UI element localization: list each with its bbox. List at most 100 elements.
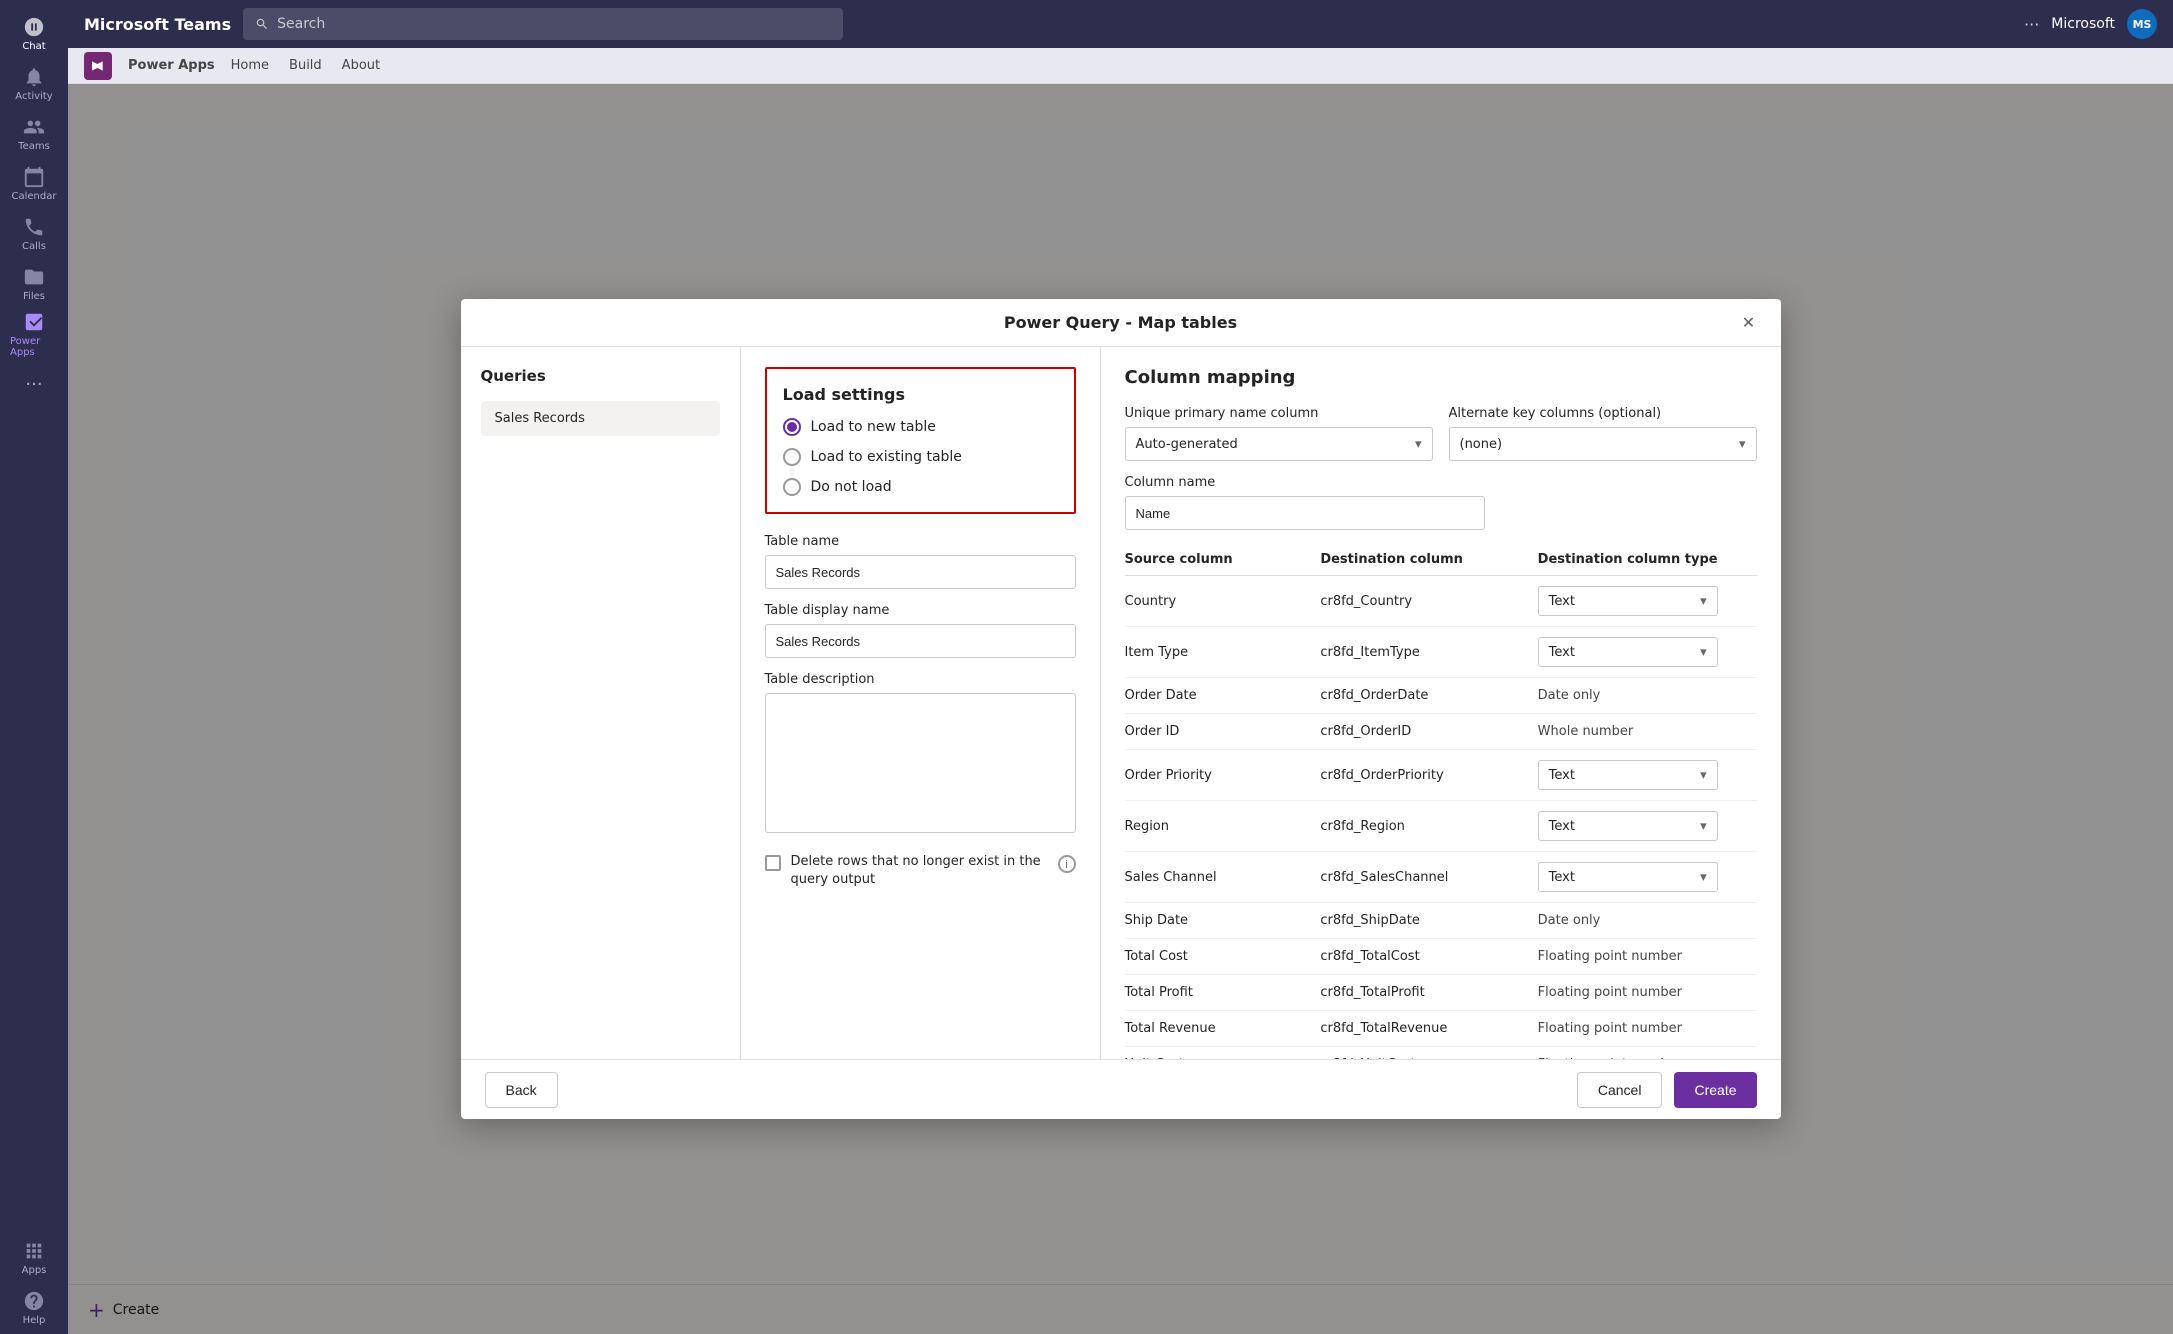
dest-type-header: Destination column type	[1538, 544, 1757, 576]
footer-right: Cancel Create	[1577, 1072, 1757, 1108]
footer-left: Back	[485, 1072, 558, 1108]
search-bar[interactable]: Search	[243, 8, 843, 40]
teams-topbar: Microsoft Teams Search ··· Microsoft MS	[68, 0, 2173, 48]
dest-col-cell: cr8fd_Region	[1320, 801, 1537, 852]
modal-footer: Back Cancel Create	[461, 1059, 1781, 1119]
source-col-cell: Total Revenue	[1125, 1011, 1321, 1047]
info-icon[interactable]: i	[1058, 855, 1076, 873]
teams-label: Teams	[18, 141, 50, 152]
back-button[interactable]: Back	[485, 1072, 558, 1108]
sidebar-item-calendar[interactable]: Calendar	[10, 160, 58, 208]
sidebar-item-powerapps[interactable]: Power Apps	[10, 310, 58, 358]
dest-type-cell[interactable]: Text▾	[1538, 852, 1757, 903]
table-description-label: Table description	[765, 672, 1076, 687]
table-display-name-label: Table display name	[765, 603, 1076, 618]
table-row: Regioncr8fd_RegionText▾	[1125, 801, 1757, 852]
sidebar-item-help[interactable]: Help	[10, 1284, 58, 1332]
table-row: Order IDcr8fd_OrderIDWhole number	[1125, 714, 1757, 750]
modal-title: Power Query - Map tables	[1004, 313, 1237, 332]
search-placeholder: Search	[277, 16, 325, 32]
chevron-down-icon-alt: ▾	[1739, 437, 1746, 452]
type-select-dropdown[interactable]: Text▾	[1538, 586, 1718, 616]
radio-existing-table[interactable]: Load to existing table	[783, 448, 1058, 466]
dest-type-cell: Floating point number	[1538, 939, 1757, 975]
queries-panel: Queries Sales Records	[461, 347, 741, 1059]
close-button[interactable]: ✕	[1733, 307, 1765, 339]
chevron-down-icon: ▾	[1415, 437, 1422, 452]
table-row: Total Costcr8fd_TotalCostFloating point …	[1125, 939, 1757, 975]
radio-new-table[interactable]: Load to new table	[783, 418, 1058, 436]
nav-build[interactable]: Build	[289, 58, 322, 73]
sidebar-item-apps[interactable]: Apps	[10, 1234, 58, 1282]
create-button[interactable]: Create	[1674, 1072, 1756, 1108]
column-name-input[interactable]	[1125, 496, 1485, 530]
dest-type-cell: Floating point number	[1538, 1047, 1757, 1060]
dest-col-cell: cr8fd_TotalRevenue	[1320, 1011, 1537, 1047]
load-settings-title: Load settings	[783, 385, 1058, 404]
alternate-key-field: Alternate key columns (optional) (none) …	[1449, 406, 1757, 461]
user-area: ··· Microsoft MS	[2024, 9, 2157, 39]
source-col-cell: Unit Cost	[1125, 1047, 1321, 1060]
table-row: Countrycr8fd_CountryText▾	[1125, 576, 1757, 627]
dest-col-cell: cr8fd_ItemType	[1320, 627, 1537, 678]
alternate-key-select[interactable]: (none) ▾	[1449, 427, 1757, 461]
table-row: Order Datecr8fd_OrderDateDate only	[1125, 678, 1757, 714]
dest-type-cell: Date only	[1538, 678, 1757, 714]
sidebar-dots[interactable]: ···	[10, 360, 58, 408]
type-select-dropdown[interactable]: Text▾	[1538, 862, 1718, 892]
more-options-icon[interactable]: ···	[2024, 15, 2039, 34]
table-row: Item Typecr8fd_ItemTypeText▾	[1125, 627, 1757, 678]
dest-col-cell: cr8fd_SalesChannel	[1320, 852, 1537, 903]
sidebar-item-files[interactable]: Files	[10, 260, 58, 308]
column-mapping-panel: Column mapping Unique primary name colum…	[1101, 347, 1781, 1059]
dest-col-cell: cr8fd_TotalProfit	[1320, 975, 1537, 1011]
source-col-cell: Item Type	[1125, 627, 1321, 678]
sidebar-item-teams[interactable]: Teams	[10, 110, 58, 158]
delete-rows-checkbox[interactable]	[765, 855, 781, 871]
source-col-cell: Ship Date	[1125, 903, 1321, 939]
sidebar-item-chat[interactable]: Chat	[10, 10, 58, 58]
calendar-label: Calendar	[12, 191, 57, 202]
radio-do-not-load[interactable]: Do not load	[783, 478, 1058, 496]
powerapps-app-name: Power Apps	[128, 58, 215, 73]
nav-home[interactable]: Home	[231, 58, 269, 73]
sidebar-item-calls[interactable]: Calls	[10, 210, 58, 258]
load-settings-box: Load settings Load to new table Load to …	[765, 367, 1076, 514]
table-name-input[interactable]	[765, 555, 1076, 589]
sidebar-item-activity[interactable]: Activity	[10, 60, 58, 108]
chat-label: Chat	[22, 41, 45, 52]
table-display-name-input[interactable]	[765, 624, 1076, 658]
dest-col-header: Destination column	[1320, 544, 1537, 576]
type-select-dropdown[interactable]: Text▾	[1538, 760, 1718, 790]
dest-col-cell: cr8fd_UnitCost	[1320, 1047, 1537, 1060]
dest-type-cell[interactable]: Text▾	[1538, 627, 1757, 678]
delete-rows-row: Delete rows that no longer exist in the …	[765, 853, 1076, 889]
cancel-button[interactable]: Cancel	[1577, 1072, 1663, 1108]
delete-rows-label: Delete rows that no longer exist in the …	[791, 853, 1048, 889]
source-col-header: Source column	[1125, 544, 1321, 576]
alternate-key-label: Alternate key columns (optional)	[1449, 406, 1757, 421]
files-label: Files	[23, 291, 45, 302]
table-row: Total Revenuecr8fd_TotalRevenueFloating …	[1125, 1011, 1757, 1047]
radio-existing-table-label: Load to existing table	[811, 449, 962, 465]
type-select-dropdown[interactable]: Text▾	[1538, 811, 1718, 841]
source-col-cell: Order Date	[1125, 678, 1321, 714]
app-title: Microsoft Teams	[84, 15, 231, 34]
nav-about[interactable]: About	[342, 58, 380, 73]
powerapps-nav: Home Build About	[231, 58, 380, 73]
type-select-dropdown[interactable]: Text▾	[1538, 637, 1718, 667]
unique-primary-field: Unique primary name column Auto-generate…	[1125, 406, 1433, 461]
dest-type-cell[interactable]: Text▾	[1538, 576, 1757, 627]
table-name-group: Table name	[765, 534, 1076, 589]
table-row: Sales Channelcr8fd_SalesChannelText▾	[1125, 852, 1757, 903]
dest-col-cell: cr8fd_Country	[1320, 576, 1537, 627]
apps-label: Apps	[22, 1265, 47, 1276]
dest-col-cell: cr8fd_OrderDate	[1320, 678, 1537, 714]
dest-type-cell[interactable]: Text▾	[1538, 801, 1757, 852]
unique-primary-select[interactable]: Auto-generated ▾	[1125, 427, 1433, 461]
query-item[interactable]: Sales Records	[481, 401, 720, 436]
radio-do-not-load-label: Do not load	[811, 479, 892, 495]
dest-type-cell[interactable]: Text▾	[1538, 750, 1757, 801]
table-description-input[interactable]	[765, 693, 1076, 833]
radio-new-table-indicator	[783, 418, 801, 436]
